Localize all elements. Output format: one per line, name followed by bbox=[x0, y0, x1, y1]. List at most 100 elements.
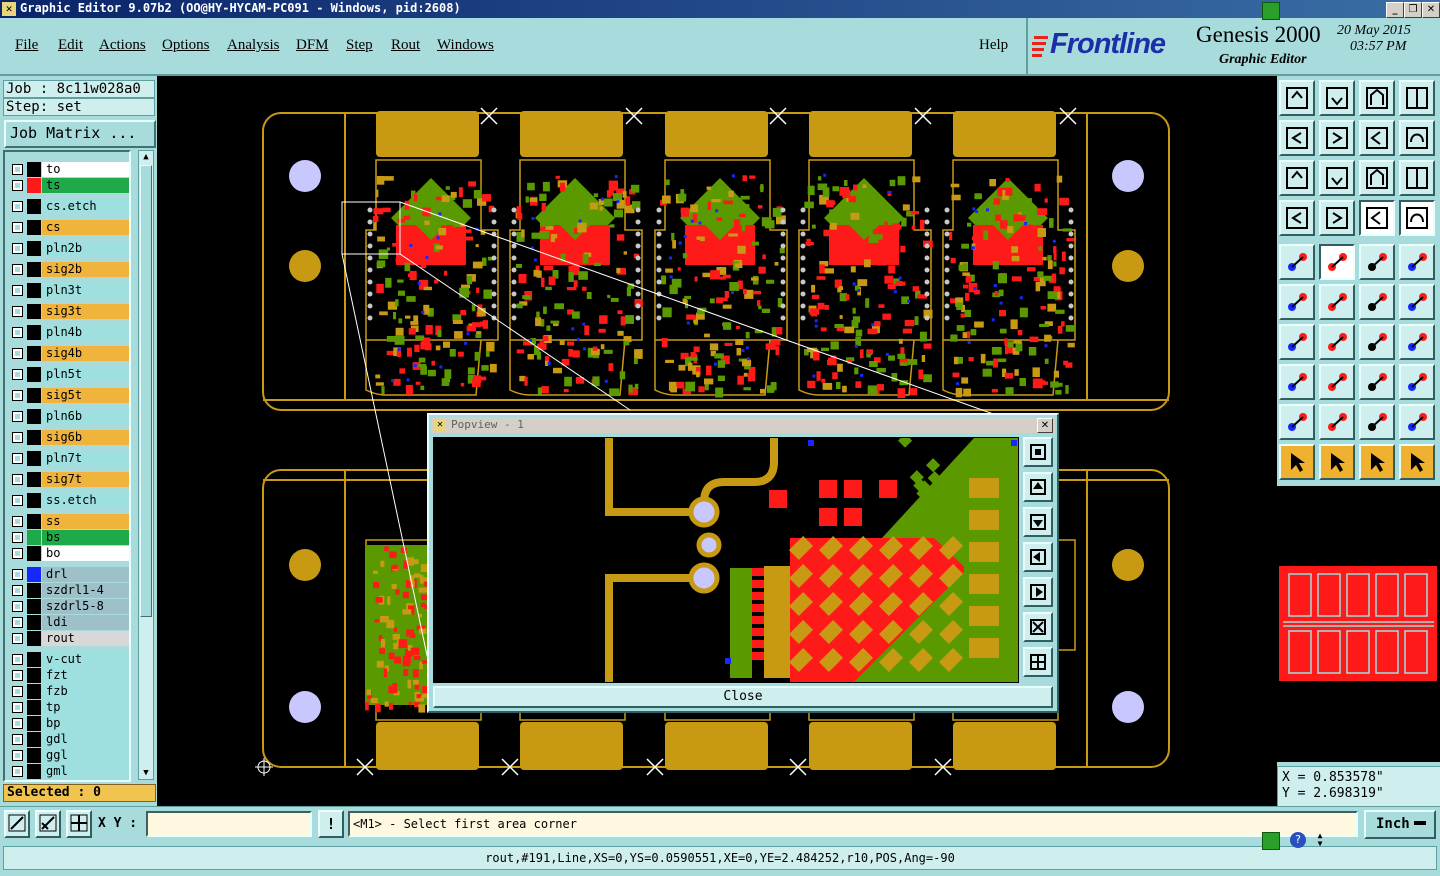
measure-icon[interactable] bbox=[1359, 364, 1395, 400]
layer-color-swatch[interactable] bbox=[27, 346, 41, 361]
layer-name[interactable]: fzb bbox=[42, 684, 129, 699]
layer-name[interactable]: tp bbox=[42, 700, 129, 715]
layer-color-swatch[interactable] bbox=[27, 684, 41, 699]
pointer4-icon[interactable] bbox=[1399, 444, 1435, 480]
zoom-center-icon[interactable] bbox=[1319, 160, 1355, 196]
layer-checkbox[interactable] bbox=[12, 369, 23, 380]
layer-row-sig6b[interactable]: sig6b bbox=[9, 430, 129, 445]
layer-name[interactable]: ggl bbox=[42, 748, 129, 763]
layer-checkbox[interactable] bbox=[12, 569, 23, 580]
layer-name[interactable]: pln2b bbox=[42, 241, 129, 256]
layer-row-gml[interactable]: gml bbox=[9, 764, 129, 779]
layer-checkbox[interactable] bbox=[12, 327, 23, 338]
pointer1-icon[interactable] bbox=[1279, 444, 1315, 480]
query-icon[interactable] bbox=[1399, 160, 1435, 196]
menu-windows[interactable]: Windows bbox=[437, 37, 494, 54]
layer-name[interactable]: cs bbox=[42, 220, 129, 235]
panel-overview[interactable] bbox=[1277, 486, 1440, 762]
layer-color-swatch[interactable] bbox=[27, 615, 41, 630]
layer-name[interactable]: to bbox=[42, 162, 129, 177]
layer-color-swatch[interactable] bbox=[27, 546, 41, 561]
pointer2-icon[interactable] bbox=[1319, 444, 1355, 480]
layer-row-pln2b[interactable]: pln2b bbox=[9, 241, 129, 256]
menu-rout[interactable]: Rout bbox=[391, 37, 420, 54]
menu-dfm[interactable]: DFM bbox=[296, 37, 329, 54]
layer-scrollbar[interactable]: ▲ ▼ bbox=[138, 150, 154, 780]
help-circle-icon[interactable]: ? bbox=[1290, 832, 1306, 848]
triangle1-icon[interactable] bbox=[1279, 404, 1315, 440]
layer-row-gdl[interactable]: gdl bbox=[9, 732, 129, 747]
minimize-button[interactable]: _ bbox=[1386, 2, 1404, 18]
menu-options[interactable]: Options bbox=[162, 37, 210, 54]
layer-name[interactable]: gml bbox=[42, 764, 129, 779]
close-window-button[interactable]: ✕ bbox=[1422, 2, 1440, 18]
one-to-one-icon[interactable] bbox=[1359, 160, 1395, 196]
pad-icon[interactable] bbox=[1399, 244, 1435, 280]
layer-color-swatch[interactable] bbox=[27, 178, 41, 193]
layer-row-rout[interactable]: rout bbox=[9, 631, 129, 646]
window-title-bar[interactable]: ✕ Graphic Editor 9.07b2 (OO@HY-HYCAM-PC0… bbox=[0, 0, 1440, 18]
pan-right-icon[interactable] bbox=[1319, 120, 1355, 156]
triangle4-icon[interactable] bbox=[1399, 404, 1435, 440]
layer-color-swatch[interactable] bbox=[27, 652, 41, 667]
layer-row-cs[interactable]: cs bbox=[9, 220, 129, 235]
layer-row-sig5t[interactable]: sig5t bbox=[9, 388, 129, 403]
layer-row-tp[interactable]: tp bbox=[9, 700, 129, 715]
layer-color-swatch[interactable] bbox=[27, 567, 41, 582]
layer-checkbox[interactable] bbox=[12, 766, 23, 777]
layer-checkbox[interactable] bbox=[12, 718, 23, 729]
display-icon[interactable] bbox=[1279, 200, 1315, 236]
menu-edit[interactable]: Edit bbox=[58, 37, 83, 54]
measure-mode-icon[interactable] bbox=[35, 810, 61, 838]
layer-name[interactable]: v-cut bbox=[42, 652, 129, 667]
layer-checkbox[interactable] bbox=[12, 750, 23, 761]
layer-row-ggl[interactable]: ggl bbox=[9, 748, 129, 763]
alert-button[interactable]: ! bbox=[318, 810, 344, 838]
layer-row-cs.etch[interactable]: cs.etch bbox=[9, 199, 129, 214]
layer-checkbox[interactable] bbox=[12, 585, 23, 596]
layer-row-fzt[interactable]: fzt bbox=[9, 668, 129, 683]
layer-color-swatch[interactable] bbox=[27, 599, 41, 614]
menu-actions[interactable]: Actions bbox=[99, 37, 146, 54]
surface-icon[interactable] bbox=[1279, 364, 1315, 400]
layer-checkbox[interactable] bbox=[12, 686, 23, 697]
popview-pan-left-icon[interactable] bbox=[1023, 542, 1053, 572]
layer-row-to[interactable]: to bbox=[9, 162, 129, 177]
layer-checkbox[interactable] bbox=[12, 453, 23, 464]
systray-s-icon[interactable] bbox=[1262, 2, 1280, 20]
layer-color-swatch[interactable] bbox=[27, 241, 41, 256]
layer-checkbox[interactable] bbox=[12, 432, 23, 443]
layer-row-pln3t[interactable]: pln3t bbox=[9, 283, 129, 298]
layer-name[interactable]: ldi bbox=[42, 615, 129, 630]
layer-checkbox[interactable] bbox=[12, 180, 23, 191]
layer-checkbox[interactable] bbox=[12, 633, 23, 644]
layer-color-swatch[interactable] bbox=[27, 472, 41, 487]
layer-color-swatch[interactable] bbox=[27, 748, 41, 763]
layer-row-bo[interactable]: bo bbox=[9, 546, 129, 561]
layer-row-ts[interactable]: ts bbox=[9, 178, 129, 193]
layer-icon[interactable] bbox=[1359, 200, 1395, 236]
layer-name[interactable]: bo bbox=[42, 546, 129, 561]
layer-checkbox[interactable] bbox=[12, 734, 23, 745]
menu-help[interactable]: Help bbox=[979, 37, 1008, 54]
popview-zoom-out-icon[interactable] bbox=[1023, 647, 1053, 677]
zoom-fit-icon[interactable] bbox=[1279, 160, 1315, 196]
layer-checkbox[interactable] bbox=[12, 243, 23, 254]
layer-row-fzb[interactable]: fzb bbox=[9, 684, 129, 699]
layer-row-ldi[interactable]: ldi bbox=[9, 615, 129, 630]
systray-s-icon[interactable] bbox=[1262, 832, 1280, 850]
popview-window[interactable]: ✕ Popview - 1 ✕ Close bbox=[427, 413, 1059, 713]
layer-name[interactable]: sig3t bbox=[42, 304, 129, 319]
menu-step[interactable]: Step bbox=[346, 37, 373, 54]
layer-checkbox[interactable] bbox=[12, 264, 23, 275]
highlight-icon[interactable] bbox=[1319, 244, 1355, 280]
layer-color-swatch[interactable] bbox=[27, 530, 41, 545]
layer-checkbox[interactable] bbox=[12, 617, 23, 628]
nodes-icon[interactable] bbox=[1279, 284, 1315, 320]
layer-row-drl[interactable]: drl bbox=[9, 567, 129, 582]
layer-checkbox[interactable] bbox=[12, 201, 23, 212]
layer-checkbox[interactable] bbox=[12, 285, 23, 296]
profile-icon[interactable] bbox=[1399, 200, 1435, 236]
triangle2-icon[interactable] bbox=[1319, 404, 1355, 440]
units-dropdown[interactable]: Inch bbox=[1364, 810, 1436, 839]
